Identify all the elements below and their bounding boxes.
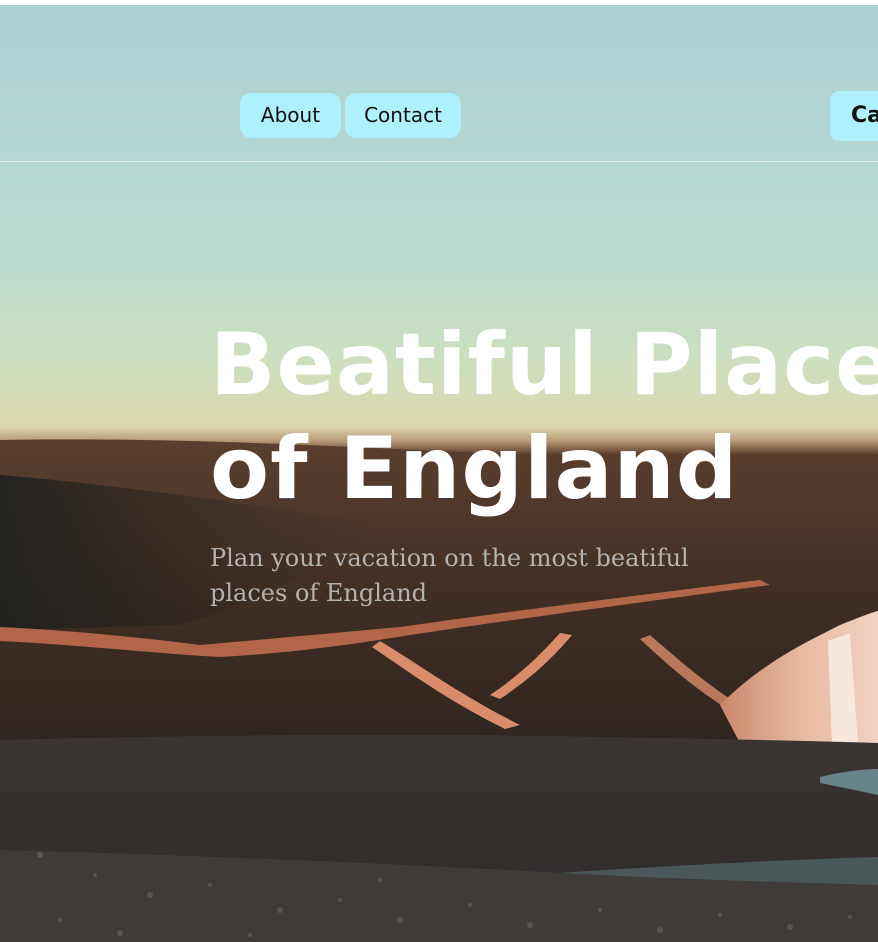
hero-title-line: Beatiful Places bbox=[210, 315, 878, 415]
hero-subtitle-line: places of England bbox=[210, 579, 428, 607]
hero-title: Beatiful Places of England bbox=[210, 313, 878, 521]
hero-subtitle: Plan your vacation on the most beatiful … bbox=[210, 541, 710, 611]
nav-cta-button[interactable]: Ca bbox=[830, 91, 878, 141]
page: About Contact Ca Beatiful Places of Engl… bbox=[0, 0, 878, 942]
hero-title-line: of England bbox=[210, 419, 739, 519]
nav-contact-button[interactable]: Contact bbox=[345, 93, 461, 138]
top-navigation-bar: About Contact Ca bbox=[0, 5, 878, 162]
nav-about-button[interactable]: About bbox=[240, 93, 341, 138]
hero-subtitle-line: Plan your vacation on the most beatiful bbox=[210, 544, 689, 572]
